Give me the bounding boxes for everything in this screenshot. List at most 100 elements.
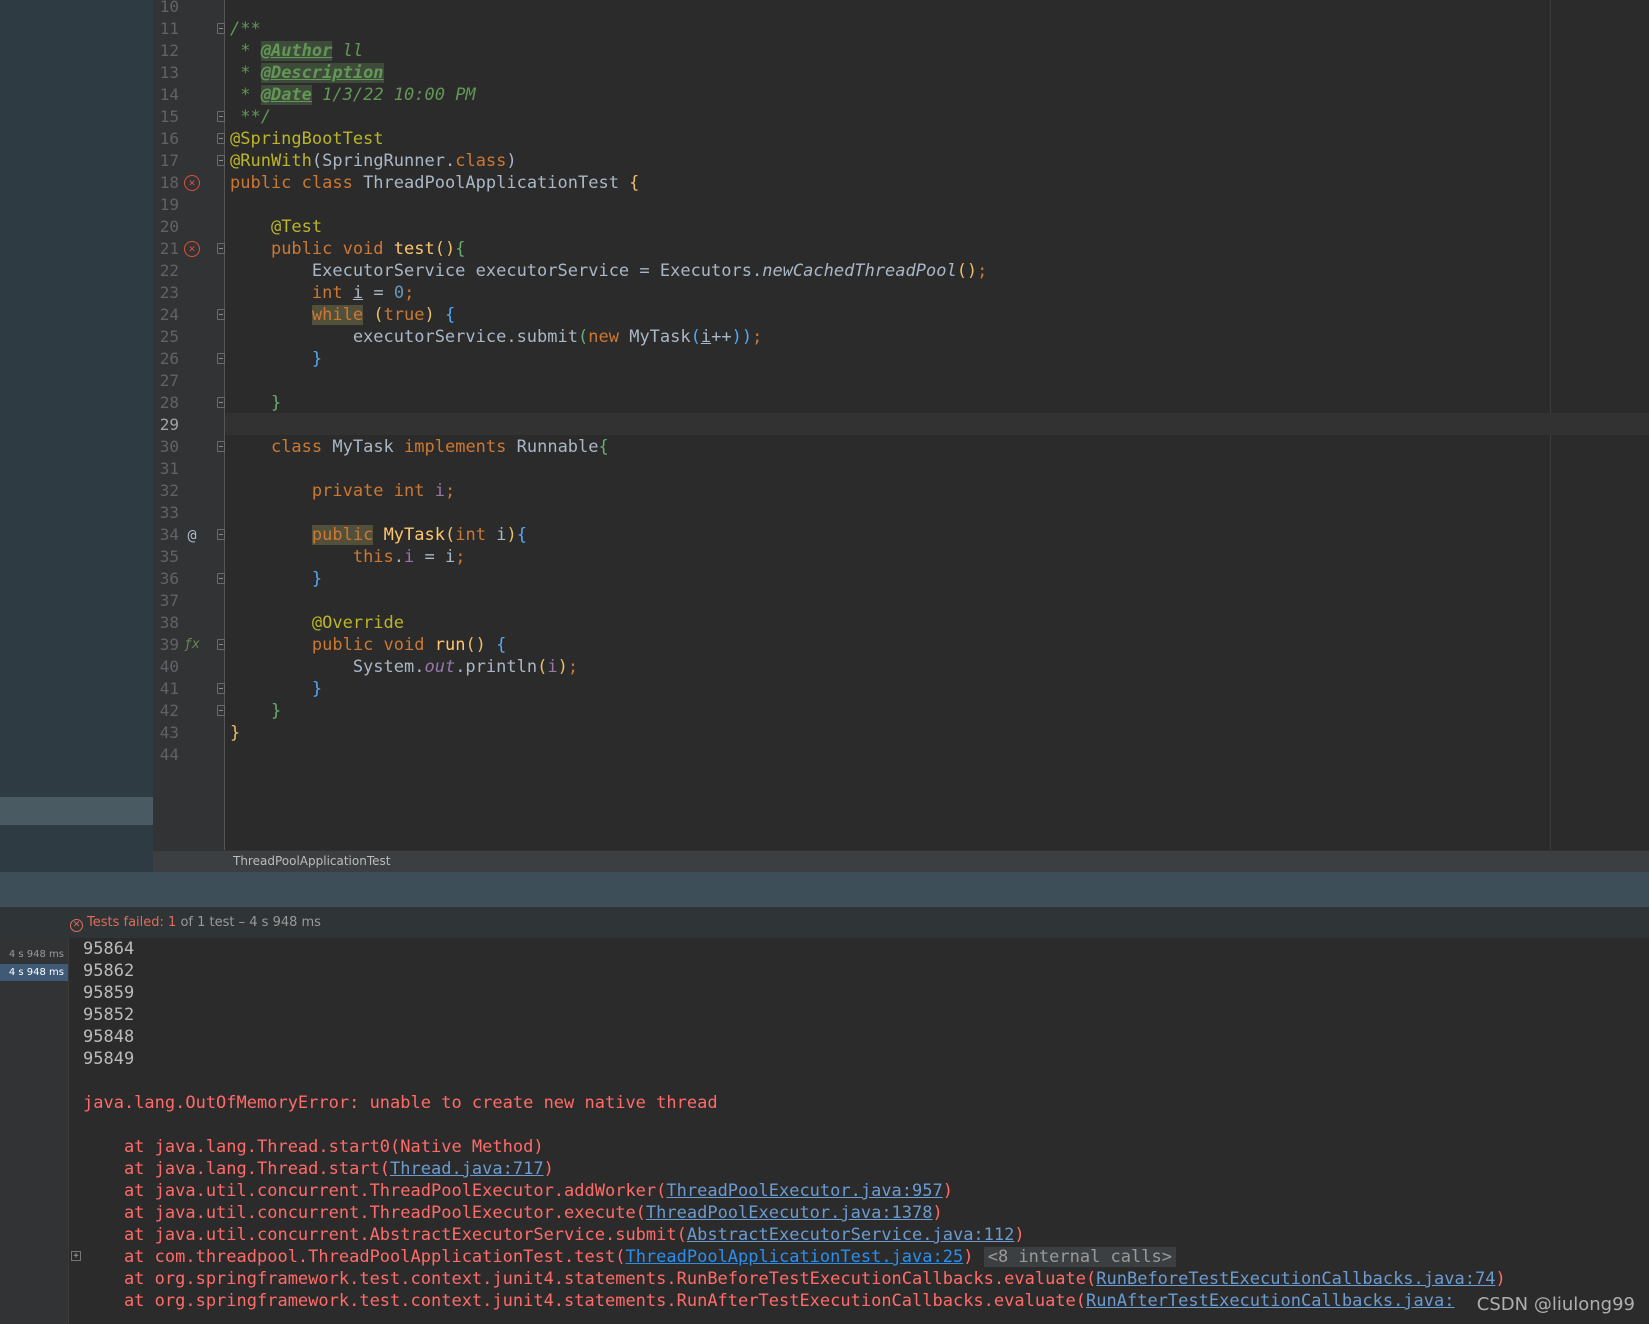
code-line[interactable]: 42 } — [153, 700, 1649, 722]
constructor-at-icon[interactable]: @ — [184, 527, 200, 543]
console-line: 95864 — [83, 939, 135, 959]
code-text: class MyTask implements Runnable{ — [270, 437, 609, 457]
code-line[interactable]: 22 ExecutorService executorService = Exe… — [153, 260, 1649, 282]
line-number: 19 — [159, 195, 179, 214]
code-line[interactable]: 32 private int i; — [153, 480, 1649, 502]
code-line[interactable]: 13 * @Description — [153, 62, 1649, 84]
stack-trace-link[interactable]: ThreadPoolExecutor.java:1378 — [646, 1203, 933, 1223]
code-text: @SpringBootTest — [230, 129, 384, 149]
code-line[interactable]: 19 — [153, 194, 1649, 216]
stack-trace-line: at org.springframework.test.context.juni… — [83, 1291, 1455, 1311]
fold-toggle-icon[interactable] — [217, 133, 225, 144]
code-text: * @Author ll — [230, 41, 364, 61]
code-line[interactable]: 26 } — [153, 348, 1649, 370]
line-number: 31 — [159, 459, 179, 478]
code-line[interactable]: 38 @Override — [153, 612, 1649, 634]
breadcrumb[interactable]: ThreadPoolApplicationTest — [233, 854, 390, 868]
code-text: public MyTask(int i){ — [311, 525, 527, 545]
line-number: 30 — [159, 437, 179, 456]
stack-trace-link[interactable]: AbstractExecutorService.java:112 — [687, 1225, 1015, 1245]
fold-toggle-icon[interactable] — [217, 243, 225, 254]
stack-trace-link[interactable]: ThreadPoolApplicationTest.java:25 — [625, 1247, 963, 1267]
code-line[interactable]: 18 ✕ public class ThreadPoolApplicationT… — [153, 172, 1649, 194]
expand-internal-calls-icon[interactable]: + — [71, 1251, 81, 1261]
line-number: 17 — [159, 151, 179, 170]
console-line: 95859 — [83, 983, 135, 1003]
fold-toggle-icon[interactable] — [217, 639, 225, 650]
code-line[interactable]: 15 **/ — [153, 106, 1649, 128]
code-line[interactable]: 11 /** — [153, 18, 1649, 40]
line-number: 40 — [159, 657, 179, 676]
stack-trace-link[interactable]: ThreadPoolExecutor.java:957 — [666, 1181, 942, 1201]
line-number: 37 — [159, 591, 179, 610]
test-tree-row-selected[interactable]: 4 s 948 ms — [0, 964, 68, 981]
implements-method-icon[interactable]: ƒx — [184, 637, 200, 653]
code-line[interactable]: 28 } — [153, 392, 1649, 414]
code-line[interactable]: 17 @RunWith(SpringRunner.class) — [153, 150, 1649, 172]
code-line[interactable]: 30 class MyTask implements Runnable{ — [153, 436, 1649, 458]
test-results-tree[interactable]: 4 s 948 ms 4 s 948 ms — [0, 938, 69, 1324]
code-line[interactable]: 10 — [153, 0, 1649, 18]
code-line[interactable]: 33 — [153, 502, 1649, 524]
fold-toggle-icon[interactable] — [217, 683, 225, 694]
code-line[interactable]: 44 — [153, 744, 1649, 766]
test-failed-icon[interactable]: ✕ — [184, 175, 200, 191]
fold-toggle-icon[interactable] — [217, 155, 225, 166]
fold-toggle-icon[interactable] — [217, 111, 225, 122]
code-text: this.i = i; — [352, 547, 466, 567]
code-line[interactable]: 36 } — [153, 568, 1649, 590]
test-tree-row[interactable]: 4 s 948 ms — [0, 946, 68, 963]
fold-toggle-icon[interactable] — [217, 705, 225, 716]
fold-toggle-icon[interactable] — [217, 309, 225, 320]
line-number: 12 — [159, 41, 179, 60]
stack-trace-link[interactable]: RunBeforeTestExecutionCallbacks.java:74 — [1096, 1269, 1495, 1289]
code-text: @Override — [311, 613, 405, 633]
console-output[interactable]: 95864 95862 95859 95852 95848 95849 java… — [69, 938, 1649, 1324]
code-line[interactable]: 27 — [153, 370, 1649, 392]
code-line[interactable]: 21 ✕ public void test(){ — [153, 238, 1649, 260]
stack-trace-link[interactable]: RunAfterTestExecutionCallbacks.java: — [1086, 1291, 1454, 1311]
stack-trace-line: at java.lang.Thread.start0(Native Method… — [83, 1137, 544, 1157]
code-text: } — [230, 723, 241, 743]
line-number: 24 — [159, 305, 179, 324]
editor-breadcrumb-bar: ThreadPoolApplicationTest — [153, 850, 1649, 873]
line-number: 43 — [159, 723, 179, 742]
test-failed-icon: ✕ — [70, 919, 83, 932]
code-line[interactable]: 12 * @Author ll — [153, 40, 1649, 62]
code-text: while (true) { — [311, 305, 456, 325]
code-line[interactable]: 20 @Test — [153, 216, 1649, 238]
line-number: 39 — [159, 635, 179, 654]
stack-trace-link[interactable]: Thread.java:717 — [390, 1159, 544, 1179]
code-text: public void test(){ — [270, 239, 466, 259]
code-line[interactable]: 25 executorService.submit(new MyTask(i++… — [153, 326, 1649, 348]
code-line[interactable]: 24 while (true) { — [153, 304, 1649, 326]
code-line[interactable]: 29 — [153, 414, 1649, 436]
code-text: } — [311, 679, 323, 699]
fold-toggle-icon[interactable] — [217, 573, 225, 584]
code-text: * @Description — [230, 63, 384, 83]
code-line[interactable]: 16 @SpringBootTest — [153, 128, 1649, 150]
code-line[interactable]: 34 @ public MyTask(int i){ — [153, 524, 1649, 546]
internal-calls-folded[interactable]: <8 internal calls> — [983, 1247, 1176, 1267]
fold-toggle-icon[interactable] — [217, 441, 225, 452]
fold-toggle-icon[interactable] — [217, 353, 225, 364]
code-editor[interactable]: 10 11 /** 12 * @Author ll 13 * @Descript… — [153, 0, 1649, 850]
code-line[interactable]: 23 int i = 0; — [153, 282, 1649, 304]
code-line[interactable]: 14 * @Date 1/3/22 10:00 PM — [153, 84, 1649, 106]
code-text: } — [311, 349, 323, 369]
fold-toggle-icon[interactable] — [217, 529, 225, 540]
fold-toggle-icon[interactable] — [217, 23, 225, 34]
line-number: 32 — [159, 481, 179, 500]
project-panel-selected-row[interactable] — [0, 797, 153, 825]
code-line[interactable]: 39 ƒx public void run() { — [153, 634, 1649, 656]
code-line[interactable]: 43 } — [153, 722, 1649, 744]
test-failed-icon[interactable]: ✕ — [184, 241, 200, 257]
line-number: 20 — [159, 217, 179, 236]
console-line: 95848 — [83, 1027, 135, 1047]
fold-toggle-icon[interactable] — [217, 397, 225, 408]
code-line[interactable]: 35 this.i = i; — [153, 546, 1649, 568]
code-line[interactable]: 40 System.out.println(i); — [153, 656, 1649, 678]
code-line[interactable]: 41 } — [153, 678, 1649, 700]
code-line[interactable]: 37 — [153, 590, 1649, 612]
code-line[interactable]: 31 — [153, 458, 1649, 480]
